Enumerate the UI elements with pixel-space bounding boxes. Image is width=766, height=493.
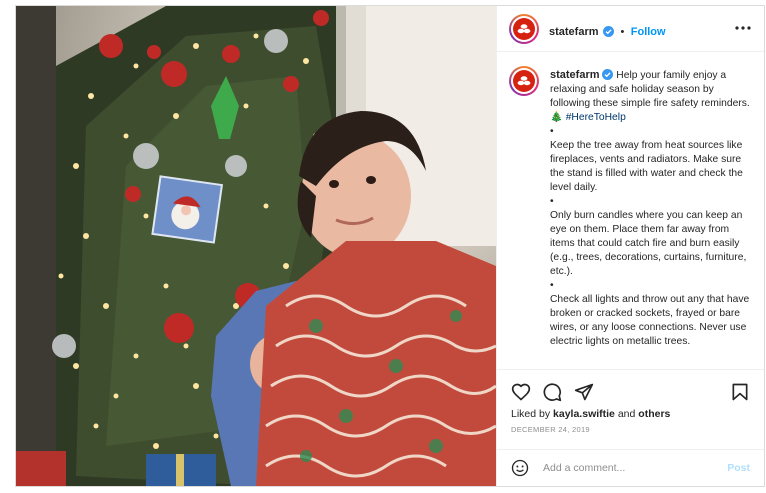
emoji-icon[interactable] (511, 459, 529, 477)
statefarm-logo (513, 18, 535, 40)
liked-prefix: Liked by (511, 408, 551, 420)
account-avatar[interactable] (509, 14, 539, 44)
caption-bullet: • (550, 280, 554, 291)
comment-bar: Post (497, 450, 764, 486)
caption-tip: Check all lights and throw out any that … (550, 294, 750, 347)
post-header: statefarm • Follow (497, 6, 764, 52)
bookmark-icon[interactable] (730, 382, 750, 402)
comment-input[interactable] (543, 460, 713, 476)
logo-ovals-icon (517, 24, 531, 34)
liked-others-link[interactable]: others (638, 408, 670, 420)
hashtag-link[interactable]: #HereToHelp (566, 112, 626, 123)
post-sidebar: statefarm • Follow statefarm Help your f… (496, 6, 764, 486)
caption-tip: Keep the tree away from heat sources lik… (550, 140, 743, 193)
liked-by-text: Liked by kayla.swiftie and others (511, 408, 670, 420)
separator-dot: • (620, 26, 625, 38)
caption-avatar[interactable] (509, 66, 539, 96)
caption-bullet: • (550, 126, 554, 137)
header-text: statefarm • Follow (549, 22, 666, 40)
follow-button[interactable]: Follow (631, 26, 666, 38)
caption-area[interactable]: statefarm Help your family enjoy a relax… (497, 52, 764, 370)
instagram-post-frame: statefarm • Follow statefarm Help your f… (15, 5, 765, 487)
more-options-icon[interactable] (734, 19, 752, 37)
header-username[interactable]: statefarm (549, 26, 599, 38)
statefarm-logo (513, 70, 535, 92)
caption-username[interactable]: statefarm (550, 69, 600, 81)
caption-bullet: • (550, 196, 554, 207)
post-caption: statefarm Help your family enjoy a relax… (550, 68, 750, 349)
liked-user-link[interactable]: kayla.swiftie (553, 408, 615, 420)
heart-icon[interactable] (511, 382, 531, 402)
post-photo-illustration (16, 6, 496, 486)
logo-ovals-icon (517, 76, 531, 86)
liked-connector: and (617, 408, 636, 420)
post-date[interactable]: DECEMBER 24, 2019 (511, 425, 590, 434)
post-comment-button[interactable]: Post (727, 462, 750, 474)
verified-badge-icon (602, 26, 614, 37)
avatar-inner (511, 16, 537, 42)
caption-tip: Only burn candles where you can keep an … (550, 210, 747, 277)
verified-badge-icon (602, 69, 614, 80)
share-icon[interactable] (574, 382, 594, 402)
caption-intro: statefarm Help your family enjoy a relax… (550, 68, 750, 125)
post-photo[interactable] (16, 6, 496, 486)
avatar-inner (511, 68, 537, 94)
comment-icon[interactable] (542, 382, 562, 402)
post-actions: Liked by kayla.swiftie and others DECEMB… (497, 370, 764, 450)
